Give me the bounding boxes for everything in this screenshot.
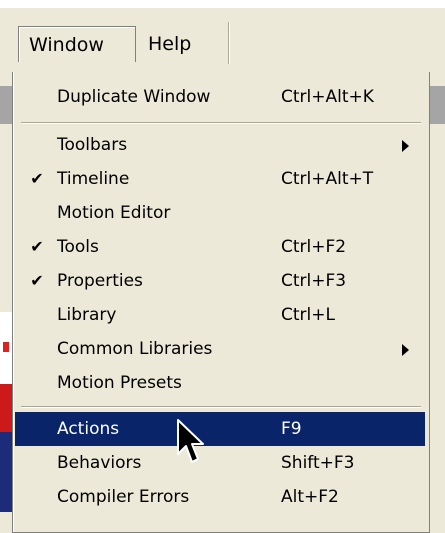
submenu-arrow-icon	[402, 140, 409, 152]
menu-separator	[21, 406, 421, 408]
menu-item-label: Properties	[57, 271, 143, 291]
menu-item-label: Toolbars	[57, 135, 128, 155]
menu-item-label: Behaviors	[57, 453, 142, 473]
menu-item-label: Library	[57, 305, 117, 325]
menubar-separator	[228, 22, 229, 64]
menu-item-common-libraries[interactable]: Common Libraries	[15, 332, 425, 366]
menu-item-motion-editor[interactable]: Motion Editor	[15, 196, 425, 230]
menu-item-shortcut: Ctrl+F2	[281, 237, 347, 257]
submenu-arrow-icon	[402, 344, 409, 356]
menu-item-library[interactable]: Library Ctrl+L	[15, 298, 425, 332]
menu-item-shortcut: Ctrl+Alt+T	[281, 169, 374, 189]
menu-item-shortcut: Ctrl+Alt+K	[281, 87, 374, 107]
menu-item-label: Motion Editor	[57, 203, 171, 223]
menu-item-tools[interactable]: ✔ Tools Ctrl+F2	[15, 230, 425, 264]
app-background-right	[428, 124, 445, 512]
menu-item-motion-presets[interactable]: Motion Presets	[15, 366, 425, 400]
stage-blue-shape	[0, 432, 12, 512]
menu-item-label: Actions	[57, 419, 120, 439]
menu-item-label: Motion Presets	[57, 373, 182, 393]
menu-item-label: Compiler Errors	[57, 487, 190, 507]
toolbar-band-right	[428, 86, 445, 124]
menu-item-label: Common Libraries	[57, 339, 213, 359]
menu-separator	[21, 122, 421, 124]
menu-bar: Window Help	[0, 8, 445, 72]
menu-item-label: Timeline	[57, 169, 130, 189]
menu-item-shortcut: Ctrl+F3	[281, 271, 347, 291]
menu-item-label: Tools	[57, 237, 99, 257]
menu-item-properties[interactable]: ✔ Properties Ctrl+F3	[15, 264, 425, 298]
checkmark-icon: ✔	[30, 271, 44, 290]
menu-item-compiler-errors[interactable]: Compiler Errors Alt+F2	[15, 480, 425, 514]
toolbar-band-left	[0, 86, 12, 124]
menu-item-duplicate-window[interactable]: Duplicate Window Ctrl+Alt+K	[15, 80, 425, 114]
window-menu-dropdown: Duplicate Window Ctrl+Alt+K Toolbars ✔ T…	[12, 72, 430, 533]
menu-item-shortcut: Alt+F2	[281, 487, 339, 507]
menu-item-label: Duplicate Window	[57, 87, 211, 107]
menu-item-shortcut: F9	[281, 419, 302, 439]
stage-preview	[0, 312, 12, 512]
mouse-pointer-icon	[177, 419, 204, 463]
menu-item-behaviors[interactable]: Behaviors Shift+F3	[15, 446, 425, 480]
menu-item-timeline[interactable]: ✔ Timeline Ctrl+Alt+T	[15, 162, 425, 196]
menu-item-shortcut: Ctrl+L	[281, 305, 335, 325]
menu-help[interactable]: Help	[138, 26, 218, 62]
app-top-edge	[0, 0, 445, 8]
checkmark-icon: ✔	[30, 237, 44, 256]
menu-item-shortcut: Shift+F3	[281, 453, 355, 473]
menu-window[interactable]: Window	[18, 26, 136, 62]
stage-text-fragment	[3, 342, 9, 352]
checkmark-icon: ✔	[30, 169, 44, 188]
menu-item-toolbars[interactable]: Toolbars	[15, 128, 425, 162]
menu-item-actions[interactable]: Actions F9	[15, 412, 425, 446]
